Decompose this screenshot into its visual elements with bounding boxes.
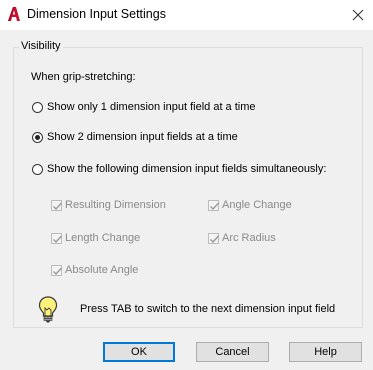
title-bar: Dimension Input Settings	[0, 0, 373, 30]
check-mark-icon	[53, 267, 63, 275]
check-mark-icon	[53, 235, 63, 243]
close-icon	[352, 9, 364, 21]
radio-show-2-fields[interactable]: Show 2 dimension input fields at a time	[32, 131, 238, 143]
checkbox-arc-radius[interactable]: Arc Radius	[208, 232, 276, 244]
checkbox-box[interactable]	[51, 232, 63, 244]
checkbox-resulting-dimension[interactable]: Resulting Dimension	[51, 199, 166, 211]
tip-text: Press TAB to switch to the next dimensio…	[80, 303, 336, 315]
window-title: Dimension Input Settings	[27, 7, 166, 21]
checkbox-label: Absolute Angle	[65, 264, 139, 276]
check-mark-icon	[53, 202, 63, 210]
checkbox-length-change[interactable]: Length Change	[51, 232, 140, 244]
checkbox-label: Length Change	[65, 232, 141, 244]
checkbox-label: Arc Radius	[222, 232, 276, 244]
cancel-button[interactable]: Cancel	[196, 342, 269, 362]
check-mark-icon	[210, 235, 220, 243]
radio-label-1: Show only 1 dimension input field at a t…	[47, 101, 256, 113]
help-button[interactable]: Help	[289, 342, 362, 362]
ok-button[interactable]: OK	[103, 342, 175, 362]
autocad-a-icon	[8, 7, 20, 21]
radio-button-2[interactable]	[32, 131, 43, 143]
radio-label-2: Show 2 dimension input fields at a time	[47, 131, 238, 143]
visibility-groupbox	[13, 47, 363, 328]
checkbox-label: Resulting Dimension	[65, 199, 166, 211]
radio-button-1[interactable]	[32, 101, 43, 113]
radio-label-3: Show the following dimension input field…	[47, 163, 327, 175]
radio-show-following-fields[interactable]: Show the following dimension input field…	[32, 163, 326, 175]
checkbox-box[interactable]	[208, 199, 220, 211]
check-mark-icon	[210, 202, 220, 210]
lightbulb-icon	[38, 296, 58, 323]
checkbox-box[interactable]	[51, 264, 63, 276]
checkbox-absolute-angle[interactable]: Absolute Angle	[51, 264, 138, 276]
checkbox-angle-change[interactable]: Angle Change	[208, 199, 292, 211]
checkbox-label: Angle Change	[222, 199, 292, 211]
radio-button-3[interactable]	[32, 163, 43, 175]
checkbox-box[interactable]	[208, 232, 220, 244]
radio-show-1-field[interactable]: Show only 1 dimension input field at a t…	[32, 101, 256, 113]
checkbox-box[interactable]	[51, 199, 63, 211]
visibility-group-label: Visibility	[19, 40, 63, 52]
grip-stretching-label: When grip-stretching:	[31, 71, 136, 83]
close-button[interactable]	[343, 0, 373, 30]
